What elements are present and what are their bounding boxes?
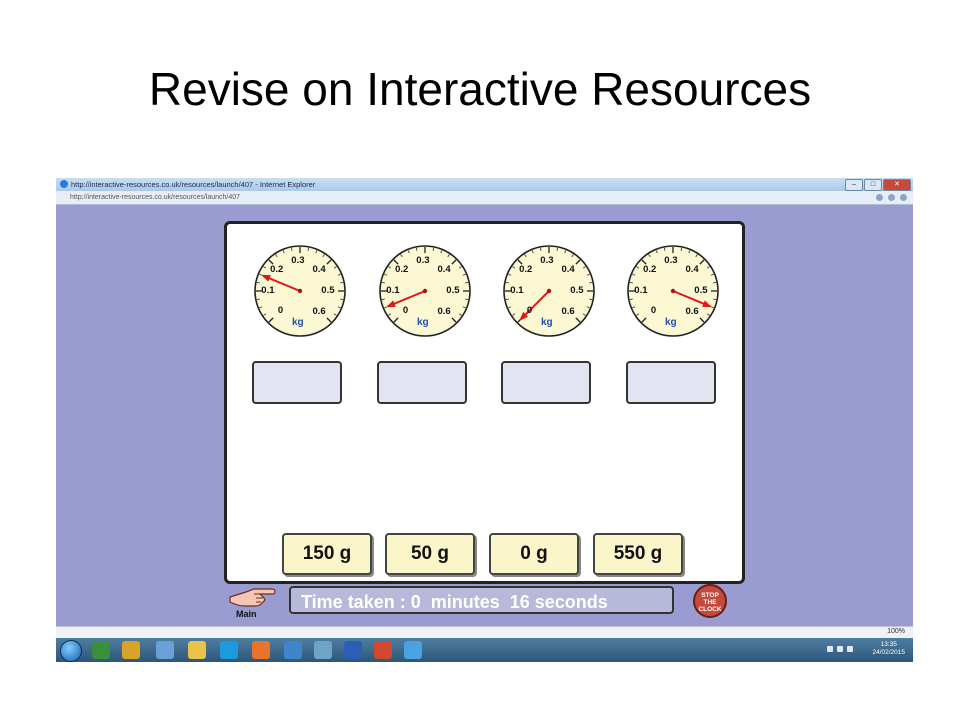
scale-dial-2: 0 0.1 0.2 0.3 0.4 0.5 0.6 kg <box>367 241 483 341</box>
clock-time: 13:35 <box>880 641 897 648</box>
zoom-level[interactable]: 100% <box>887 628 905 635</box>
internet-explorer-icon <box>60 180 68 188</box>
apps-icon[interactable] <box>314 641 332 659</box>
dial-unit: kg <box>541 317 553 328</box>
dial-label: 0.2 <box>519 263 533 275</box>
dial-label: 0.2 <box>395 263 409 275</box>
home-icon[interactable] <box>876 194 883 201</box>
dial-label: 0.3 <box>540 255 554 266</box>
dial-label: 0 <box>526 305 533 317</box>
pointing-hand-icon[interactable] <box>228 583 276 609</box>
answer-card-50g[interactable]: 50 g <box>385 533 475 575</box>
dial-label: 0.4 <box>312 263 326 275</box>
dial-label: 0.1 <box>261 285 275 296</box>
browser-icon[interactable] <box>122 641 140 659</box>
dial-label: 0.4 <box>561 263 575 275</box>
screenshot: http://interactive-resources.co.uk/resou… <box>56 178 913 662</box>
dial-label: 0 <box>277 305 284 317</box>
timer-display: Time taken : 0 minutes 16 seconds <box>289 586 674 614</box>
scale-dial-1: 0 0.1 0.2 0.3 0.4 0.5 0.6 kg <box>242 241 358 341</box>
star-icon[interactable] <box>888 194 895 201</box>
clock[interactable]: 13:35 24/02/2015 <box>872 641 905 657</box>
dial-label: 0.5 <box>321 285 335 296</box>
answer-card-0g[interactable]: 0 g <box>489 533 579 575</box>
main-menu-label[interactable]: Main <box>236 609 257 619</box>
slide-title: Revise on Interactive Resources <box>148 63 812 115</box>
dial-label: 0.5 <box>446 285 460 296</box>
answer-card-550g[interactable]: 550 g <box>593 533 683 575</box>
windows-explorer-icon[interactable] <box>156 641 174 659</box>
answer-drop-zone-2[interactable] <box>377 361 467 404</box>
dial-pivot <box>297 288 303 294</box>
dial-label: 0.1 <box>634 285 648 296</box>
folder-icon[interactable] <box>188 641 206 659</box>
dial-label: 0 <box>402 305 409 317</box>
answer-drop-zone-3[interactable] <box>501 361 591 404</box>
dial-label: 0.1 <box>510 285 524 296</box>
dial-label: 0.3 <box>416 255 430 266</box>
dial-label: 0.1 <box>386 285 400 296</box>
dial-label: 0.6 <box>561 306 575 318</box>
powerpoint-icon[interactable] <box>374 641 392 659</box>
windows-taskbar: 13:35 24/02/2015 <box>56 638 913 662</box>
dial-label: 0.2 <box>270 263 284 275</box>
window-titlebar: http://interactive-resources.co.uk/resou… <box>56 178 913 191</box>
start-button[interactable] <box>60 640 82 662</box>
dial-label: 0.4 <box>685 263 699 275</box>
dial-label: 0.5 <box>570 285 584 296</box>
stop-line-1: STOP <box>701 592 719 599</box>
media-player-icon[interactable] <box>252 641 270 659</box>
close-button[interactable]: ✕ <box>883 179 911 191</box>
dial-label: 0.5 <box>694 285 708 296</box>
dial-unit: kg <box>417 317 429 328</box>
toolbar-icons <box>876 194 907 201</box>
stop-line-3: CLOCK <box>698 606 722 613</box>
stop-line-2: THE <box>703 599 717 606</box>
flag-icon[interactable] <box>847 646 853 652</box>
internet-explorer-active-icon[interactable] <box>404 641 422 659</box>
window-controls: – □ ✕ <box>845 179 911 191</box>
window-title: http://interactive-resources.co.uk/resou… <box>71 180 316 189</box>
dial-label: 0.3 <box>291 255 305 266</box>
dial-label: 0.6 <box>685 306 699 318</box>
dial-label: 0.6 <box>437 306 451 318</box>
answer-drop-zone-4[interactable] <box>626 361 716 404</box>
scale-dial-3: 0 0.1 0.2 0.3 0.4 0.5 0.6 kg <box>491 241 607 341</box>
chrome-icon[interactable] <box>92 641 110 659</box>
volume-icon[interactable] <box>837 646 843 652</box>
word-icon[interactable] <box>344 641 362 659</box>
maximize-button[interactable]: □ <box>864 179 882 191</box>
dial-label: 0.6 <box>312 306 326 318</box>
stop-the-clock-button[interactable]: STOP THE CLOCK <box>693 584 727 618</box>
network-icon[interactable] <box>827 646 833 652</box>
dial-pivot <box>422 288 428 294</box>
dial-unit: kg <box>665 317 677 328</box>
address-bar[interactable]: http://interactive-resources.co.uk/resou… <box>56 191 913 205</box>
dial-label: 0.4 <box>437 263 451 275</box>
dial-label: 0.2 <box>643 263 657 275</box>
dial-pivot <box>546 288 552 294</box>
scale-dial-4: 0 0.1 0.2 0.3 0.4 0.5 0.6 kg <box>615 241 731 341</box>
dial-label: 0 <box>650 305 657 317</box>
gear-icon[interactable] <box>900 194 907 201</box>
dial-unit: kg <box>292 317 304 328</box>
internet-explorer-taskbar-icon[interactable] <box>284 641 302 659</box>
clock-date: 24/02/2015 <box>872 649 905 656</box>
address-url[interactable]: http://interactive-resources.co.uk/resou… <box>70 191 240 204</box>
system-tray-icons <box>827 646 853 652</box>
answer-card-150g[interactable]: 150 g <box>282 533 372 575</box>
activity-panel: 0 0.1 0.2 0.3 0.4 0.5 0.6 kg 0 0.1 0.2 0.3 0.4 0.5 0.… <box>224 221 745 584</box>
dial-pivot <box>670 288 676 294</box>
answer-drop-zone-1[interactable] <box>252 361 342 404</box>
minimize-button[interactable]: – <box>845 179 863 191</box>
skype-icon[interactable] <box>220 641 238 659</box>
dial-label: 0.3 <box>664 255 678 266</box>
